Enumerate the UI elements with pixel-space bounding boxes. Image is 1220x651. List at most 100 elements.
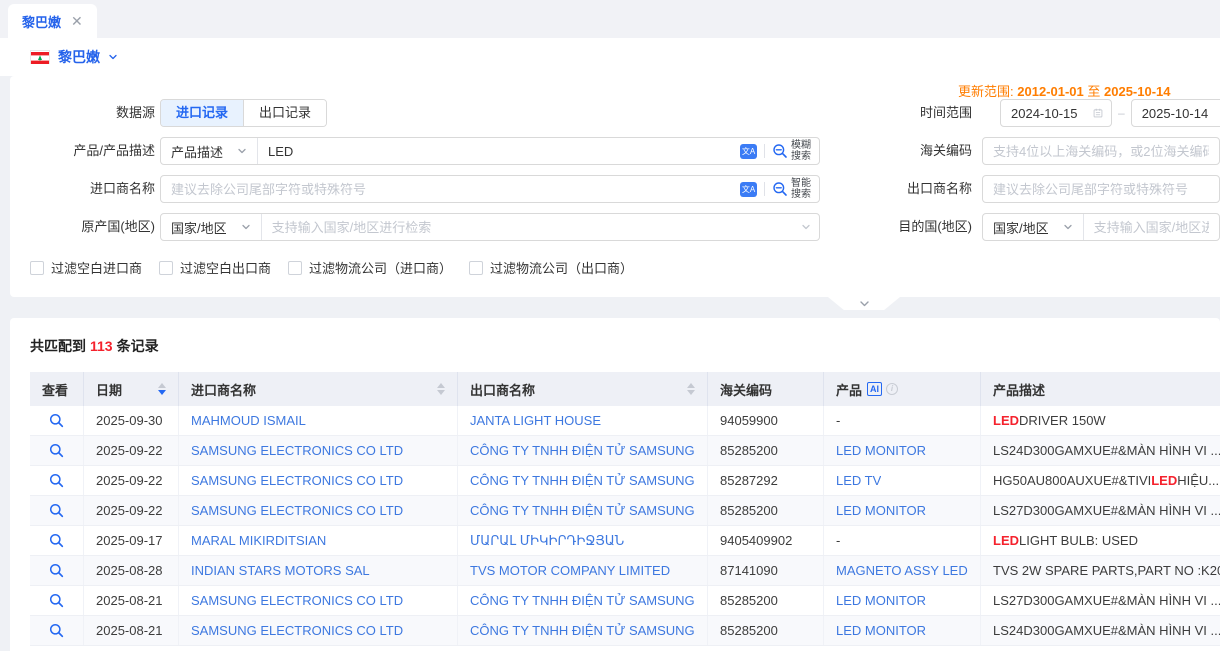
importer-cell: SAMSUNG ELECTRONICS CO LTD xyxy=(178,436,457,465)
importer-link[interactable]: SAMSUNG ELECTRONICS CO LTD xyxy=(191,593,403,608)
exporter-link[interactable]: ՄԱՐԱԼ ՄԻԿԻՐԴԻՋՅԱՆ xyxy=(470,533,624,549)
sort-icons xyxy=(437,383,445,395)
sort-asc-icon[interactable] xyxy=(687,383,695,388)
hs-code-cell: 85285200 xyxy=(707,616,823,645)
data-source-option[interactable]: 进口记录 xyxy=(161,100,243,126)
chevron-down-icon[interactable] xyxy=(108,52,118,62)
divider xyxy=(764,144,765,158)
date-end-field[interactable] xyxy=(1131,99,1220,127)
date-start-input[interactable] xyxy=(1009,105,1089,122)
exporter-link[interactable]: CÔNG TY TNHH ĐIỆN TỬ SAMSUNG HCMC... xyxy=(470,593,695,608)
sort-desc-icon[interactable] xyxy=(437,390,445,395)
info-icon[interactable]: i xyxy=(886,383,898,395)
update-range-word: 至 xyxy=(1087,84,1100,99)
exporter-link[interactable]: CÔNG TY TNHH ĐIỆN TỬ SAMSUNG HCMC... xyxy=(470,503,695,518)
exporter-link[interactable]: JANTA LIGHT HOUSE xyxy=(470,413,601,428)
magnifier-icon xyxy=(49,503,64,518)
exporter-label: 出口商名称 xyxy=(852,175,972,203)
exporter-link[interactable]: CÔNG TY TNHH ĐIỆN TỬ SAMSUNG HCMC... xyxy=(470,623,695,638)
description-cell: LS27D300GAMXUE#&MÀN HÌNH VI ... xyxy=(980,496,1220,525)
column-label: 查看 xyxy=(42,380,68,399)
importer-link[interactable]: SAMSUNG ELECTRONICS CO LTD xyxy=(191,473,403,488)
view-record-button[interactable] xyxy=(49,503,64,518)
column-header-3[interactable]: 进口商名称 xyxy=(178,372,457,406)
calendar-icon[interactable] xyxy=(1093,106,1103,120)
sort-desc-icon[interactable] xyxy=(687,390,695,395)
translate-icon[interactable]: 文A xyxy=(740,182,757,197)
exporter-cell: CÔNG TY TNHH ĐIỆN TỬ SAMSUNG HCMC... xyxy=(457,466,707,495)
view-record-button[interactable] xyxy=(49,533,64,548)
view-record-button[interactable] xyxy=(49,443,64,458)
exporter-link[interactable]: TVS MOTOR COMPANY LIMITED xyxy=(470,563,670,578)
update-range: 更新范围: 2012-01-01 至 2025-10-14 xyxy=(958,81,1171,100)
product-link[interactable]: LED MONITOR xyxy=(836,593,926,608)
importer-link[interactable]: SAMSUNG ELECTRONICS CO LTD xyxy=(191,443,403,458)
chevron-down-icon[interactable] xyxy=(801,222,811,232)
exporter-link[interactable]: CÔNG TY TNHH ĐIỆN TỬ SAMSUNG HCMC... xyxy=(470,473,695,488)
view-record-button[interactable] xyxy=(49,473,64,488)
dest-country-input[interactable] xyxy=(1084,220,1219,235)
hs-code-cell: 85285200 xyxy=(707,586,823,615)
view-cell xyxy=(30,406,83,435)
lebanon-flag-icon xyxy=(30,50,50,64)
view-record-button[interactable] xyxy=(49,623,64,638)
collapse-panel-handle[interactable] xyxy=(828,297,900,310)
exporter-input[interactable] xyxy=(983,182,1219,197)
checkbox-box-icon[interactable] xyxy=(288,261,302,275)
smart-label-2: 搜索 xyxy=(791,189,811,200)
date-cell: 2025-08-21 xyxy=(83,586,178,615)
product-link[interactable]: LED MONITOR xyxy=(836,503,926,518)
close-icon[interactable]: ✕ xyxy=(71,14,83,28)
product-link[interactable]: MAGNETO ASSY LED xyxy=(836,563,968,578)
customs-code-input[interactable] xyxy=(983,144,1219,159)
importer-cell: INDIAN STARS MOTORS SAL xyxy=(178,556,457,585)
checkbox-box-icon[interactable] xyxy=(469,261,483,275)
magnifier-icon xyxy=(49,413,64,428)
fuzzy-search-button[interactable]: 模糊搜索 xyxy=(772,140,811,163)
translate-icon[interactable]: 文A xyxy=(740,144,757,159)
sort-asc-icon[interactable] xyxy=(158,383,166,388)
product-link[interactable]: LED MONITOR xyxy=(836,443,926,458)
table-row: 2025-09-30MAHMOUD ISMAILJANTA LIGHT HOUS… xyxy=(30,406,1220,436)
exporter-link[interactable]: CÔNG TY TNHH ĐIỆN TỬ SAMSUNG HCMC... xyxy=(470,443,695,458)
product-link[interactable]: LED MONITOR xyxy=(836,623,926,638)
column-label: 海关编码 xyxy=(720,380,772,399)
filter-checkbox[interactable]: 过滤空白出口商 xyxy=(159,258,271,277)
product-type-select[interactable]: 产品描述 xyxy=(161,138,258,164)
view-record-button[interactable] xyxy=(49,563,64,578)
importer-link[interactable]: SAMSUNG ELECTRONICS CO LTD xyxy=(191,623,403,638)
date-end-input[interactable] xyxy=(1140,105,1220,122)
importer-link[interactable]: SAMSUNG ELECTRONICS CO LTD xyxy=(191,503,403,518)
column-header-2[interactable]: 日期 xyxy=(83,372,178,406)
importer-link[interactable]: MAHMOUD ISMAIL xyxy=(191,413,306,428)
filter-panel: 更新范围: 2012-01-01 至 2025-10-14 数据源 进口记录出口… xyxy=(10,76,1220,297)
origin-country-input[interactable] xyxy=(262,220,801,235)
sort-asc-icon[interactable] xyxy=(437,383,445,388)
view-record-button[interactable] xyxy=(49,593,64,608)
importer-cell: SAMSUNG ELECTRONICS CO LTD xyxy=(178,496,457,525)
filter-checkbox[interactable]: 过滤物流公司（出口商） xyxy=(469,258,633,277)
importer-input[interactable] xyxy=(161,182,740,197)
data-source-option[interactable]: 出口记录 xyxy=(243,100,326,126)
dest-country-select[interactable]: 国家/地区 xyxy=(983,214,1084,240)
origin-country-select[interactable]: 国家/地区 xyxy=(161,214,262,240)
product-link[interactable]: LED TV xyxy=(836,473,881,488)
column-header-4[interactable]: 出口商名称 xyxy=(457,372,707,406)
filter-checkbox[interactable]: 过滤物流公司（进口商） xyxy=(288,258,452,277)
tab-lebanon[interactable]: 黎巴嫩 ✕ xyxy=(8,4,97,38)
product-input[interactable] xyxy=(258,144,740,159)
view-record-button[interactable] xyxy=(49,413,64,428)
smart-search-button[interactable]: 智能搜索 xyxy=(772,178,811,201)
importer-link[interactable]: INDIAN STARS MOTORS SAL xyxy=(191,563,370,578)
product-field: 产品描述 文A 模糊搜索 xyxy=(160,137,820,165)
results-summary: 共匹配到113条记录 xyxy=(30,336,159,356)
checkbox-box-icon[interactable] xyxy=(30,261,44,275)
sort-desc-icon[interactable] xyxy=(158,390,166,395)
checkbox-box-icon[interactable] xyxy=(159,261,173,275)
update-range-from: 2012-01-01 xyxy=(1017,84,1084,99)
fuzzy-label-2: 搜索 xyxy=(791,151,811,162)
table-row: 2025-09-17MARAL MIKIRDITSIANՄԱՐԱԼ ՄԻԿԻՐԴ… xyxy=(30,526,1220,556)
date-start-field[interactable] xyxy=(1000,99,1112,127)
filter-checkbox[interactable]: 过滤空白进口商 xyxy=(30,258,142,277)
importer-link[interactable]: MARAL MIKIRDITSIAN xyxy=(191,533,326,548)
